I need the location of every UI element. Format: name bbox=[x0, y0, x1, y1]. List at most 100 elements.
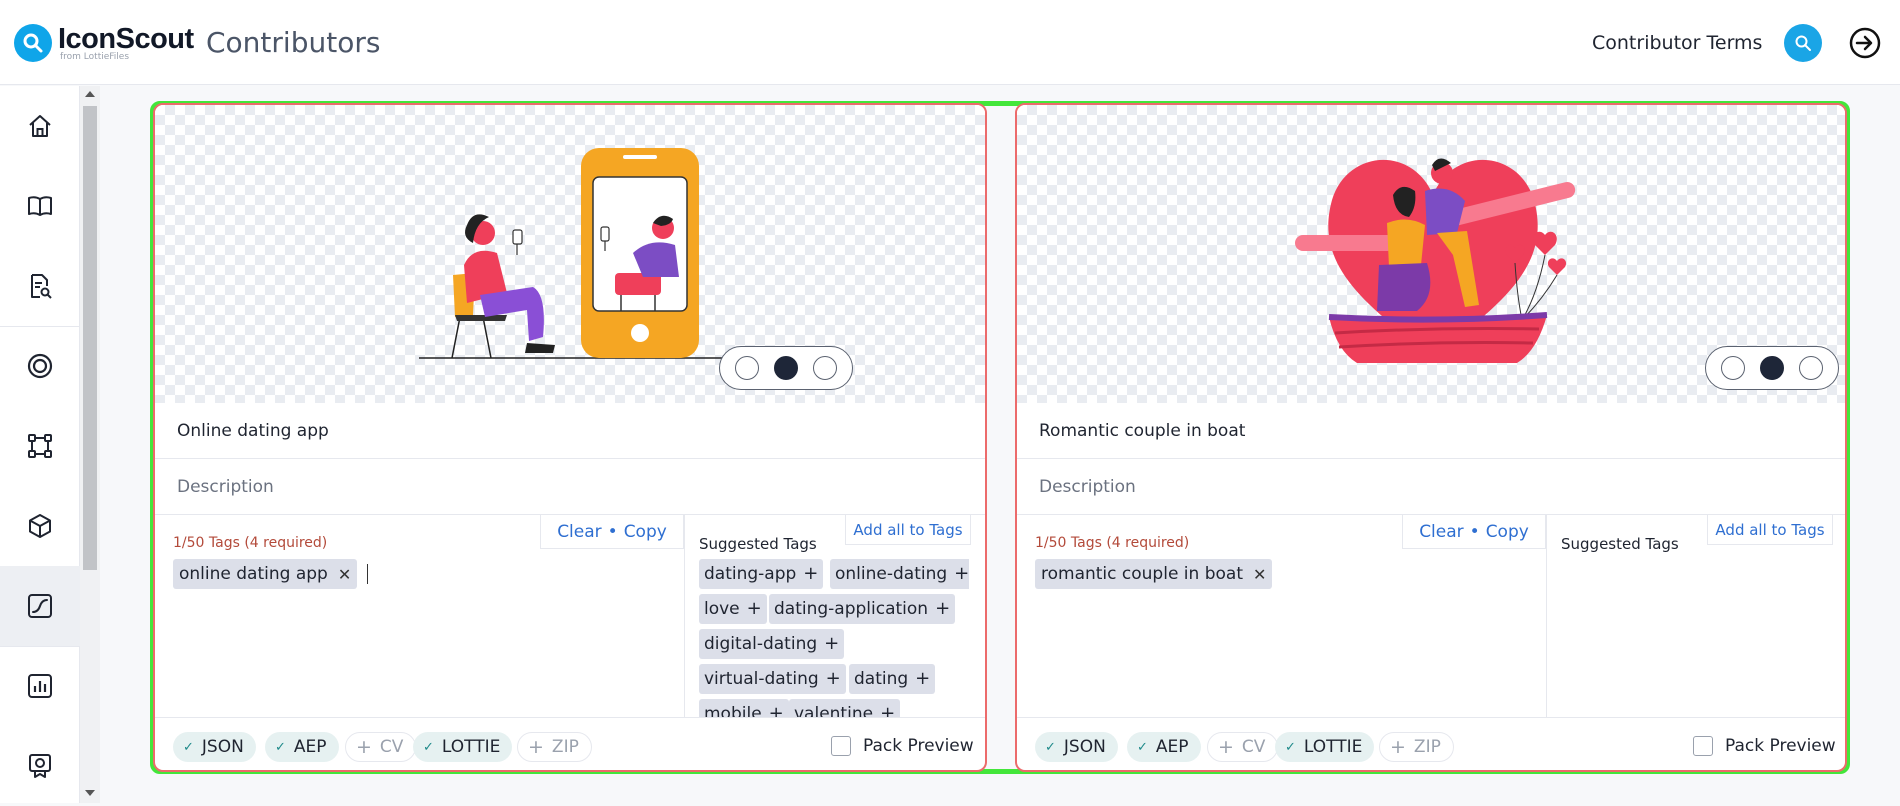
book-open-icon bbox=[28, 196, 52, 216]
format-lottie[interactable]: ✓ LOTTIE bbox=[1275, 732, 1375, 762]
suggested-tag[interactable]: virtual-dating + bbox=[699, 664, 846, 694]
format-zip[interactable]: + ZIP bbox=[517, 732, 592, 762]
sidebar-item-guides[interactable] bbox=[0, 166, 80, 246]
check-icon: ✓ bbox=[1137, 739, 1148, 755]
pack-preview-label: Pack Preview bbox=[1725, 736, 1836, 756]
home-icon bbox=[29, 115, 51, 137]
format-cv[interactable]: + CV bbox=[345, 732, 417, 762]
background-toggle[interactable] bbox=[719, 346, 853, 390]
remove-tag-icon[interactable]: ✕ bbox=[338, 565, 351, 584]
suggested-tag[interactable]: dating-app + bbox=[699, 559, 824, 589]
format-cv[interactable]: + CV bbox=[1207, 732, 1279, 762]
suggested-tag[interactable]: dating-application + bbox=[769, 594, 956, 624]
plus-icon: + bbox=[1218, 736, 1234, 758]
contributor-terms-link[interactable]: Contributor Terms bbox=[1592, 32, 1762, 54]
bg-light-option[interactable] bbox=[1798, 356, 1823, 380]
plus-icon: + bbox=[803, 563, 819, 584]
logo-name: IconScout bbox=[58, 22, 194, 55]
tags-section: 1/50 Tags (4 required) Clear • Copy roma… bbox=[1017, 515, 1845, 717]
scroll-up-arrow[interactable] bbox=[85, 91, 95, 97]
plus-icon: + bbox=[824, 633, 840, 654]
asset-preview bbox=[155, 105, 985, 403]
tags-input-area[interactable]: 1/50 Tags (4 required) Clear • Copy roma… bbox=[1017, 515, 1547, 717]
clear-copy-controls: Clear • Copy bbox=[540, 515, 684, 549]
check-icon: ✓ bbox=[423, 739, 434, 755]
add-all-to-tags-button[interactable]: Add all to Tags bbox=[845, 515, 971, 545]
pack-preview-toggle[interactable]: Pack Preview bbox=[831, 736, 974, 756]
copy-tags-button[interactable]: Copy bbox=[1486, 522, 1529, 542]
bar-chart-icon bbox=[28, 674, 52, 698]
remove-tag-icon[interactable]: ✕ bbox=[1253, 565, 1266, 584]
description-field[interactable]: Description bbox=[155, 459, 985, 515]
plus-icon: + bbox=[825, 668, 841, 689]
pack-preview-checkbox[interactable] bbox=[1693, 736, 1713, 756]
document-search-icon bbox=[31, 274, 52, 299]
tags-input-area[interactable]: 1/50 Tags (4 required) Clear • Copy onli… bbox=[155, 515, 685, 717]
sidebar-item-illustrations[interactable] bbox=[0, 406, 80, 486]
suggested-tag[interactable]: valentine + bbox=[789, 699, 901, 717]
sidebar-item-animations[interactable] bbox=[0, 566, 80, 646]
target-icon bbox=[27, 353, 53, 379]
format-json[interactable]: ✓ JSON bbox=[173, 732, 256, 762]
animation-curve-icon bbox=[28, 594, 52, 618]
format-bar: ✓ JSON ✓ AEP + CV ✓ LOTTIE + ZIP Pack Preview bbox=[1017, 717, 1845, 770]
plus-icon: + bbox=[880, 703, 896, 717]
scroll-thumb[interactable] bbox=[83, 106, 97, 570]
tag-count: 1/50 Tags (4 required) bbox=[1035, 535, 1190, 551]
plus-icon: + bbox=[356, 736, 372, 758]
suggested-tag[interactable]: mobile + bbox=[699, 699, 789, 717]
plus-icon: + bbox=[915, 668, 931, 689]
separator-dot: • bbox=[1469, 521, 1480, 542]
cube-icon bbox=[29, 514, 51, 538]
format-lottie[interactable]: ✓ LOTTIE bbox=[413, 732, 513, 762]
format-aep[interactable]: ✓ AEP bbox=[265, 732, 339, 762]
suggested-tag[interactable]: love + bbox=[699, 594, 767, 624]
sidebar-item-icons[interactable] bbox=[0, 326, 80, 406]
online-dating-illustration bbox=[419, 148, 722, 359]
suggested-tag[interactable]: dating + bbox=[849, 664, 936, 694]
description-field[interactable]: Description bbox=[1017, 459, 1845, 515]
iconscout-logo[interactable]: IconScout from LottieFiles bbox=[14, 24, 194, 62]
clear-tags-button[interactable]: Clear bbox=[557, 522, 601, 542]
format-json[interactable]: ✓ JSON bbox=[1035, 732, 1118, 762]
bg-light-option[interactable] bbox=[812, 356, 837, 380]
vector-frame-icon bbox=[28, 434, 52, 458]
sign-in-icon bbox=[1849, 27, 1881, 59]
bg-transparent-option[interactable] bbox=[735, 356, 760, 380]
sidebar-scrollbar[interactable] bbox=[80, 86, 100, 803]
sidebar-item-home[interactable] bbox=[0, 86, 80, 166]
plus-icon: + bbox=[1390, 736, 1406, 758]
format-zip[interactable]: + ZIP bbox=[1379, 732, 1454, 762]
suggested-tags-list: dating-app + online-dating + love + dating-… bbox=[699, 559, 969, 717]
background-toggle[interactable] bbox=[1705, 346, 1839, 390]
tag-chip: romantic couple in boat ✕ bbox=[1035, 559, 1273, 589]
title-field[interactable]: Online dating app bbox=[155, 403, 985, 459]
copy-tags-button[interactable]: Copy bbox=[624, 522, 667, 542]
search-icon bbox=[1795, 35, 1811, 51]
asset-card: Romantic couple in boat Description 1/50… bbox=[1015, 103, 1847, 772]
search-button[interactable] bbox=[1784, 24, 1822, 62]
title-field[interactable]: Romantic couple in boat bbox=[1017, 403, 1845, 459]
sidebar bbox=[0, 86, 80, 803]
bg-dark-option[interactable] bbox=[773, 356, 798, 380]
scroll-down-arrow[interactable] bbox=[85, 790, 95, 796]
tag-chip: online dating app ✕ bbox=[173, 559, 358, 589]
plus-icon: + bbox=[528, 736, 544, 758]
suggested-tag[interactable]: digital-dating + bbox=[699, 629, 845, 659]
suggested-tags-label: Suggested Tags bbox=[1561, 535, 1679, 553]
suggested-tags-label: Suggested Tags bbox=[699, 535, 817, 553]
logo-search-icon bbox=[14, 24, 52, 62]
sidebar-item-review[interactable] bbox=[0, 246, 80, 326]
add-all-to-tags-button[interactable]: Add all to Tags bbox=[1707, 515, 1833, 545]
clear-tags-button[interactable]: Clear bbox=[1419, 522, 1463, 542]
sidebar-item-earnings[interactable] bbox=[0, 726, 80, 806]
pack-preview-checkbox[interactable] bbox=[831, 736, 851, 756]
sign-in-button[interactable] bbox=[1846, 24, 1884, 62]
sidebar-item-3d[interactable] bbox=[0, 486, 80, 566]
bg-dark-option[interactable] bbox=[1759, 356, 1784, 380]
sidebar-item-analytics[interactable] bbox=[0, 646, 80, 726]
pack-preview-toggle[interactable]: Pack Preview bbox=[1693, 736, 1836, 756]
suggested-tag[interactable]: online-dating + bbox=[830, 559, 969, 589]
bg-transparent-option[interactable] bbox=[1721, 356, 1746, 380]
format-aep[interactable]: ✓ AEP bbox=[1127, 732, 1201, 762]
